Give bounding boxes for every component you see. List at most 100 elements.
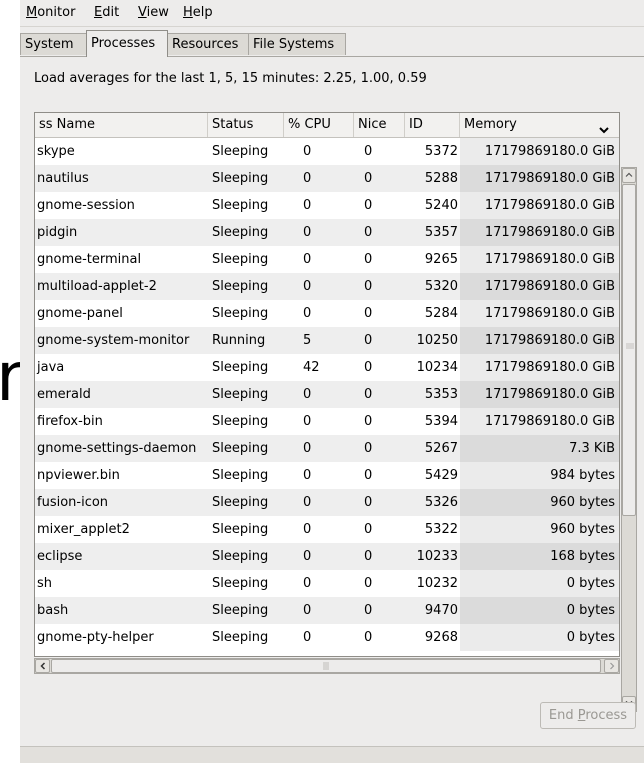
table-row[interactable]: sh Sleeping 0 0 10232 0 bytes: [35, 570, 619, 597]
pid-cell: 5357: [424, 225, 458, 240]
table-row[interactable]: gnome-pty-helper Sleeping 0 0 9268 0 bytes: [35, 624, 619, 651]
table-row[interactable]: mixer_applet2 Sleeping 0 0 5322 960 bytes: [35, 516, 619, 543]
tab-file-systems[interactable]: File Systems: [248, 33, 346, 55]
status-cell: Sleeping: [212, 468, 269, 483]
status-bar: [20, 746, 644, 763]
end-process-button[interactable]: End Process: [540, 702, 636, 729]
menu-view-mnemonic: V: [138, 5, 147, 20]
process-name-cell: gnome-settings-daemon: [37, 441, 197, 456]
table-row[interactable]: gnome-session Sleeping 0 0 5240 17179869180.0…: [35, 192, 619, 219]
memory-cell: 17179869180.0 GiB: [460, 246, 619, 273]
cpu-cell: 0: [303, 603, 312, 618]
table-row[interactable]: eclipse Sleeping 0 0 10233 168 bytes: [35, 543, 619, 570]
cpu-cell: 0: [303, 522, 312, 537]
status-cell: Sleeping: [212, 414, 269, 429]
process-name-cell: eclipse: [37, 549, 83, 564]
menu-edit[interactable]: Edit: [94, 4, 119, 22]
table-row[interactable]: skype Sleeping 0 0 5372 17179869180.0 GiB: [35, 138, 619, 165]
column-header-nice[interactable]: Nice: [354, 113, 405, 137]
pid-cell: 5353: [424, 387, 458, 402]
pid-cell: 5320: [424, 279, 458, 294]
tab-system[interactable]: System: [20, 33, 87, 55]
table-row[interactable]: gnome-terminal Sleeping 0 0 9265 17179869180.…: [35, 246, 619, 273]
nice-cell: 0: [364, 252, 373, 267]
memory-cell: 17179869180.0 GiB: [460, 354, 619, 381]
tab-processes[interactable]: Processes: [86, 30, 168, 57]
status-cell: Sleeping: [212, 441, 269, 456]
cpu-cell: 0: [303, 252, 312, 267]
memory-cell: 7.3 KiB: [460, 435, 619, 462]
memory-cell: 0 bytes: [460, 570, 619, 597]
scroll-right-arrow-icon[interactable]: [604, 659, 619, 673]
menu-monitor-label: onitor: [37, 5, 76, 20]
cpu-cell: 0: [303, 387, 312, 402]
cpu-cell: 5: [303, 333, 312, 348]
scrollbar-grip-icon: [626, 343, 634, 349]
pid-cell: 10233: [416, 549, 458, 564]
pid-cell: 5240: [424, 198, 458, 213]
table-row[interactable]: gnome-settings-daemon Sleeping 0 0 5267 7.3 K…: [35, 435, 619, 462]
vertical-scroll-thumb[interactable]: [622, 184, 636, 516]
table-row[interactable]: nautilus Sleeping 0 0 5288 17179869180.0 GiB: [35, 165, 619, 192]
column-header-name[interactable]: ss Name: [35, 113, 208, 137]
menu-help[interactable]: Help: [183, 4, 213, 22]
nice-cell: 0: [364, 414, 373, 429]
table-row[interactable]: bash Sleeping 0 0 9470 0 bytes: [35, 597, 619, 624]
menu-edit-label: dit: [102, 5, 120, 20]
process-name-cell: gnome-panel: [37, 306, 123, 321]
table-row[interactable]: java Sleeping 42 0 10234 17179869180.0 GiB: [35, 354, 619, 381]
table-row[interactable]: gnome-panel Sleeping 0 0 5284 17179869180.0 G…: [35, 300, 619, 327]
cpu-cell: 0: [303, 306, 312, 321]
menu-view[interactable]: View: [138, 4, 169, 22]
status-cell: Sleeping: [212, 387, 269, 402]
memory-cell: 17179869180.0 GiB: [460, 327, 619, 354]
menu-monitor[interactable]: Monitor: [26, 4, 75, 22]
horizontal-scrollbar[interactable]: [34, 658, 620, 674]
status-cell: Sleeping: [212, 252, 269, 267]
status-cell: Sleeping: [212, 306, 269, 321]
scroll-up-arrow-icon[interactable]: [622, 168, 636, 183]
table-row[interactable]: gnome-system-monitor Running 5 0 10250 171798…: [35, 327, 619, 354]
scrollbar-grip-icon: [323, 662, 329, 670]
memory-cell: 17179869180.0 GiB: [460, 138, 619, 165]
nice-cell: 0: [364, 306, 373, 321]
load-averages-label: Load averages for the last 1, 5, 15 minu…: [34, 71, 427, 86]
process-table[interactable]: ss Name Status % CPU Nice ID Memory skyp…: [34, 112, 620, 657]
menu-monitor-mnemonic: M: [26, 5, 38, 20]
cpu-cell: 0: [303, 279, 312, 294]
nice-cell: 0: [364, 441, 373, 456]
column-header-id[interactable]: ID: [405, 113, 460, 137]
table-row[interactable]: npviewer.bin Sleeping 0 0 5429 984 bytes: [35, 462, 619, 489]
end-process-label-start: End: [548, 708, 578, 723]
status-cell: Sleeping: [212, 495, 269, 510]
nice-cell: 0: [364, 144, 373, 159]
column-header-cpu[interactable]: % CPU: [284, 113, 354, 137]
column-header-status[interactable]: Status: [208, 113, 284, 137]
pid-cell: 5322: [424, 522, 458, 537]
table-row[interactable]: fusion-icon Sleeping 0 0 5326 960 bytes: [35, 489, 619, 516]
scroll-left-arrow-icon[interactable]: [35, 659, 50, 673]
table-row[interactable]: firefox-bin Sleeping 0 0 5394 17179869180.0 G…: [35, 408, 619, 435]
nice-cell: 0: [364, 603, 373, 618]
end-process-label-end: rocess: [585, 708, 628, 723]
table-row[interactable]: multiload-applet-2 Sleeping 0 0 5320 17179869…: [35, 273, 619, 300]
cpu-cell: 0: [303, 441, 312, 456]
horizontal-scroll-thumb[interactable]: [51, 659, 601, 673]
table-row[interactable]: pidgin Sleeping 0 0 5357 17179869180.0 GiB: [35, 219, 619, 246]
vertical-scrollbar[interactable]: [621, 167, 637, 712]
nice-cell: 0: [364, 549, 373, 564]
cpu-cell: 0: [303, 468, 312, 483]
status-cell: Sleeping: [212, 549, 269, 564]
process-name-cell: multiload-applet-2: [37, 279, 157, 294]
memory-cell: 17179869180.0 GiB: [460, 300, 619, 327]
status-cell: Sleeping: [212, 630, 269, 645]
column-header-memory[interactable]: Memory: [460, 113, 619, 137]
table-row[interactable]: emerald Sleeping 0 0 5353 17179869180.0 GiB: [35, 381, 619, 408]
tab-resources[interactable]: Resources: [167, 33, 249, 55]
cpu-cell: 0: [303, 549, 312, 564]
pid-cell: 5267: [424, 441, 458, 456]
pid-cell: 9470: [424, 603, 458, 618]
status-cell: Sleeping: [212, 603, 269, 618]
nice-cell: 0: [364, 279, 373, 294]
memory-cell: 17179869180.0 GiB: [460, 381, 619, 408]
